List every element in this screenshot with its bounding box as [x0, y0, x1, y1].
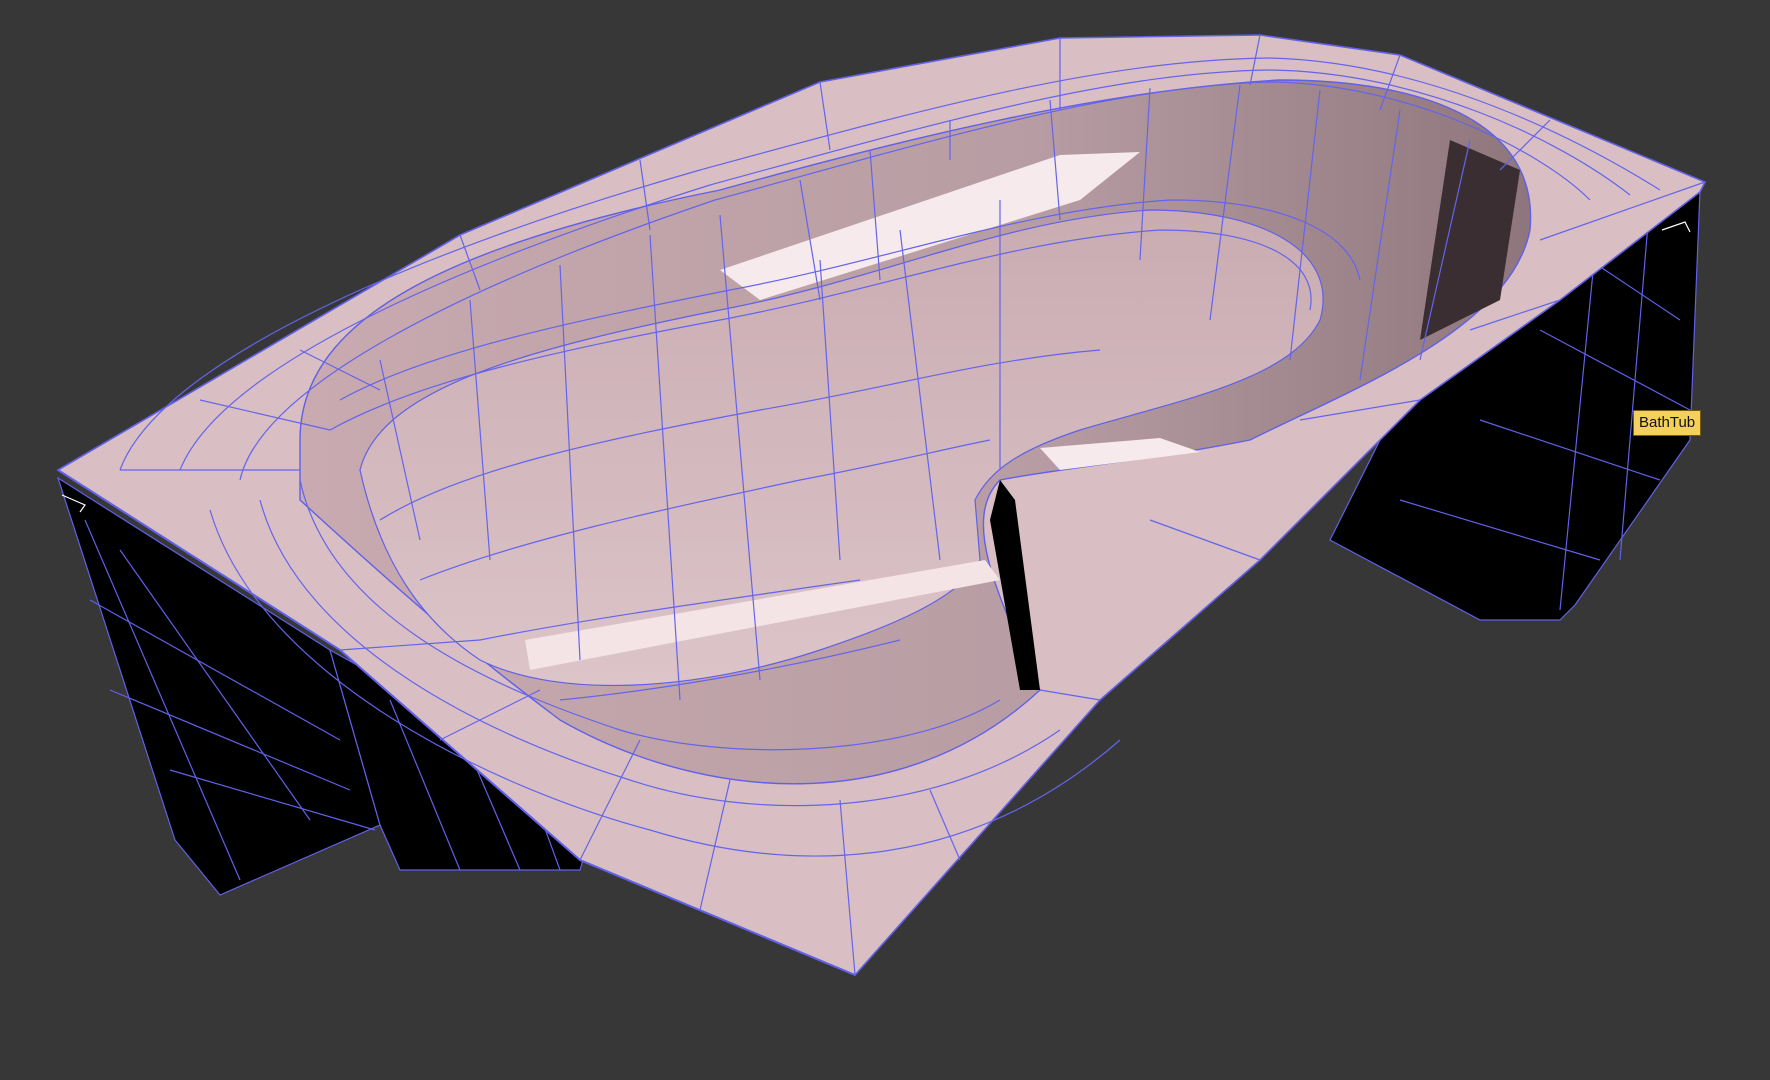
- 3d-viewport[interactable]: BathTub: [0, 0, 1770, 1080]
- bathtub-mesh[interactable]: [0, 0, 1770, 1080]
- object-name-tooltip: BathTub: [1633, 410, 1702, 436]
